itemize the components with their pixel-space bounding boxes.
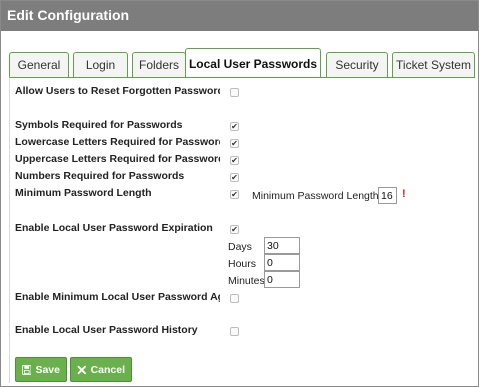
expiration-label: Enable Local User Password Expiration: [15, 222, 213, 234]
minutes-label: Minutes: [228, 275, 265, 287]
tab-label: Folders: [138, 58, 179, 72]
numbers-checkbox[interactable]: ✔: [230, 173, 239, 182]
save-icon: [22, 364, 32, 375]
tab-label: General: [17, 58, 61, 72]
days-input[interactable]: [264, 237, 300, 254]
min-age-checkbox[interactable]: [230, 294, 239, 303]
tab-label: Local User Passwords: [188, 56, 318, 71]
tab-label: Security: [335, 58, 379, 72]
numbers-label: Numbers Required for Passwords: [15, 170, 185, 182]
warning-icon: !: [402, 188, 406, 200]
reset-forgotten-label: Allow Users to Reset Forgotten Passwords: [15, 85, 220, 97]
symbols-checkbox[interactable]: ✔: [230, 122, 239, 131]
save-label: Save: [35, 363, 60, 376]
minutes-input[interactable]: [264, 271, 300, 288]
min-length-label: Minimum Password Length: [15, 187, 152, 199]
history-label: Enable Local User Password History: [15, 324, 198, 336]
lowercase-label: Lowercase Letters Required for Passwords: [15, 136, 220, 148]
tab-ticket-system[interactable]: Ticket System: [392, 52, 475, 77]
tab-folders[interactable]: Folders: [132, 52, 186, 77]
uppercase-label: Uppercase Letters Required for Passwords: [15, 153, 220, 165]
tab-security[interactable]: Security: [326, 52, 388, 77]
hours-input[interactable]: [264, 254, 300, 271]
min-age-label: Enable Minimum Local User Password Age: [15, 291, 220, 303]
history-checkbox[interactable]: [230, 327, 239, 336]
tab-general[interactable]: General: [9, 52, 69, 77]
dialog-title: Edit Configuration: [1, 1, 478, 31]
cancel-label: Cancel: [90, 363, 125, 376]
tab-local-user-passwords[interactable]: Local User Passwords: [185, 48, 321, 78]
hours-label: Hours: [228, 258, 257, 270]
expiration-checkbox[interactable]: ✔: [230, 225, 239, 234]
tab-login[interactable]: Login: [73, 52, 128, 77]
lowercase-checkbox[interactable]: ✔: [230, 139, 239, 148]
tab-label: Login: [85, 58, 116, 72]
reset-forgotten-checkbox[interactable]: [230, 88, 239, 97]
edit-configuration-dialog: Edit Configuration General Login Folders…: [0, 0, 479, 387]
tab-label: Ticket System: [396, 58, 471, 72]
min-length-checkbox[interactable]: ✔: [230, 190, 239, 199]
tab-bar: General Login Folders Local User Passwor…: [9, 48, 475, 78]
days-label: Days: [228, 241, 252, 253]
symbols-label: Symbols Required for Passwords: [15, 119, 183, 131]
min-length-input[interactable]: [378, 187, 397, 204]
cancel-button[interactable]: Cancel: [70, 357, 132, 382]
uppercase-checkbox[interactable]: ✔: [230, 156, 239, 165]
min-length-field-label: Minimum Password Length: [252, 190, 379, 202]
save-button[interactable]: Save: [15, 357, 67, 382]
cancel-x-icon: [77, 365, 86, 374]
